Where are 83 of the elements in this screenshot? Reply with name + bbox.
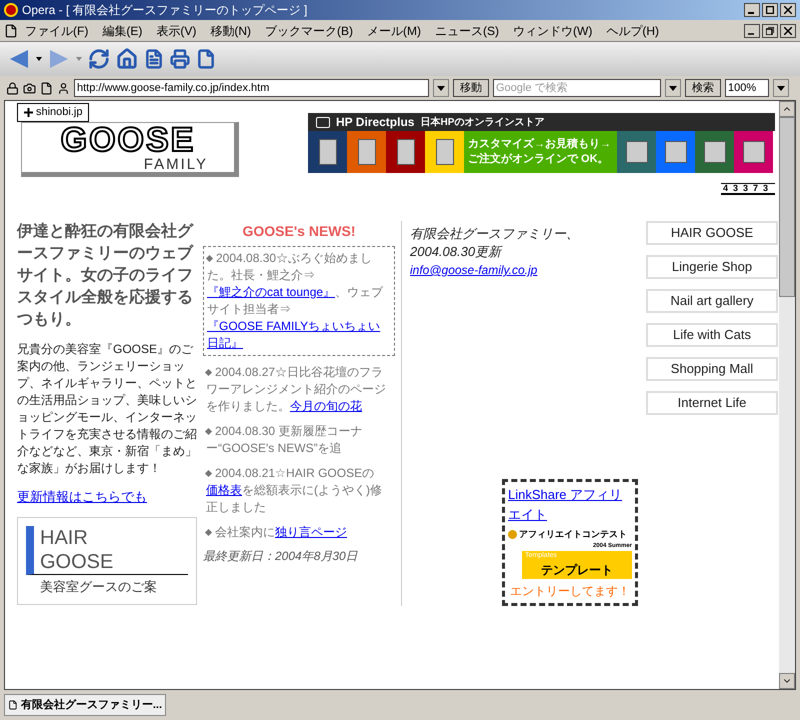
window-title: Opera - [ 有限会社グースファミリーのトップページ ] — [22, 2, 308, 19]
news-title: GOOSE's NEWS! — [241, 222, 356, 241]
nav-button[interactable]: Lingerie Shop — [646, 255, 778, 279]
hair-goose-card[interactable]: HAIR GOOSE 美容室グースのご案 — [17, 516, 197, 605]
menu-item[interactable]: 編集(E) — [95, 22, 150, 40]
banner-tagline: 日本HPのオンラインストア — [420, 116, 544, 130]
page-icon — [8, 699, 18, 711]
card-title: GOOSE — [40, 550, 114, 574]
nav-button[interactable]: HAIR GOOSE — [646, 221, 778, 245]
company-update-text: 有限会社グースファミリー、2004.08.30更新 — [410, 225, 580, 261]
news-item: 2004.08.21☆HAIR GOOSEの 価格表を総額表示に(ようやく)修正しました — [204, 465, 383, 516]
scroll-thumb[interactable] — [779, 117, 795, 297]
page-icon[interactable] — [40, 82, 53, 94]
menu-item[interactable]: ブックマーク(B) — [258, 22, 360, 40]
news-item: 会社案内に独り言ページ — [203, 524, 395, 541]
news-link[interactable]: 『GOOSE FAMILYちょいちょい日記』 — [207, 318, 391, 352]
news-item: 2004.08.27☆日比谷花壇のフラワーアレンジメント紹介のページを作りました。今月の旬の花 — [204, 364, 387, 415]
bullet-icon — [204, 369, 212, 376]
user-icon[interactable] — [57, 82, 70, 94]
menu-item[interactable]: ウィンドウ(W) — [506, 22, 600, 40]
zoom-field[interactable]: 100% — [725, 79, 769, 97]
logo[interactable]: GOOSE FAMILY — [21, 122, 239, 176]
nav-button[interactable]: Internet Life — [646, 391, 778, 415]
nav-button[interactable]: Shopping Mall — [646, 357, 778, 381]
intro-text: 伊達と酔狂の有限会社グースファミリーのウェブサイト。女の子のライフスタイル全般を応援するつもり。 — [17, 222, 195, 330]
print-icon[interactable] — [170, 49, 190, 69]
bullet-icon — [206, 255, 214, 262]
news-link[interactable]: 『鯉之介のcat tounge』 — [207, 284, 336, 301]
reload-icon[interactable] — [88, 48, 110, 70]
caret-icon[interactable] — [36, 57, 42, 61]
minimize-icon[interactable] — [744, 3, 760, 17]
last-updated: 最終更新日：2004年8月30日 — [203, 548, 359, 565]
menu-item[interactable]: メール(M) — [360, 22, 428, 40]
taskbar-tab[interactable]: 有限会社グースファミリー... — [4, 694, 166, 716]
search-field[interactable]: Google で検索 — [493, 79, 661, 97]
home-icon[interactable] — [116, 48, 138, 70]
bullet-icon — [204, 428, 212, 436]
news-link[interactable]: 独り言ページ — [275, 524, 347, 541]
maximize-icon[interactable] — [762, 3, 778, 17]
close-icon[interactable] — [780, 24, 796, 38]
news-item: 2004.08.30☆ぶろぐ始めました。社長・鯉之介⇒ 『鯉之介のcat tounge』、ウェブサイト担当者⇒ 『GOOSE FAMILYちょいちょい日記』 — [203, 246, 395, 356]
bullet-icon — [204, 470, 212, 478]
app-logo-icon — [4, 3, 18, 17]
document-icon — [4, 24, 18, 38]
menu-item[interactable]: ファイル(F) — [18, 22, 96, 40]
restore-icon[interactable] — [762, 24, 778, 38]
scrollbar[interactable] — [779, 101, 795, 689]
menu-item[interactable]: ヘルプ(H) — [599, 22, 666, 40]
scroll-up-icon[interactable] — [779, 101, 795, 117]
email-link[interactable]: info@goose-family.co.jp — [410, 261, 640, 279]
nav-button[interactable]: Life with Cats — [646, 323, 778, 347]
banner-text: ご注文がオンラインで OK。 — [468, 152, 610, 167]
camera-icon[interactable] — [23, 82, 36, 94]
bullet-icon — [204, 529, 212, 536]
menu-item[interactable]: 表示(V) — [149, 22, 204, 40]
news-link[interactable]: 今月の旬の花 — [290, 398, 362, 415]
site-tag[interactable]: shinobi.jp — [17, 103, 90, 122]
menu-item[interactable]: ニュース(S) — [428, 22, 506, 40]
pages-icon[interactable] — [144, 49, 164, 69]
news-link[interactable]: 価格表 — [206, 482, 242, 499]
visitor-counter: 43373 — [720, 183, 775, 195]
address-field[interactable]: http://www.goose-family.co.jp/index.htm — [74, 79, 429, 97]
search-button[interactable]: 検索 — [685, 79, 721, 97]
card-text: 美容室グースのご案 — [39, 578, 158, 596]
nav-button[interactable]: Nail art gallery — [646, 289, 778, 313]
minimize-icon[interactable] — [744, 24, 760, 38]
affiliate-link[interactable]: LinkShare アフィリエイト — [508, 485, 632, 525]
security-icon[interactable] — [6, 82, 19, 94]
entry-text: エントリーしてます！ — [509, 583, 631, 600]
news-item: 2004.08.30 更新履歴コーナー“GOOSE's NEWS”を追 — [204, 423, 364, 457]
contest-title: アフィリエイトコンテスト — [519, 528, 627, 541]
ad-banner[interactable]: HP Directplus 日本HPのオンラインストア カスタマイズ→お見積もり→ ご注文がオンラインで OK。 — [308, 113, 775, 173]
menu-item[interactable]: 移動(N) — [203, 22, 258, 40]
go-button[interactable]: 移動 — [453, 79, 489, 97]
banner-brand: HP Directplus — [336, 114, 414, 131]
updates-link[interactable]: 更新情報はこちらでも — [17, 487, 197, 506]
close-icon[interactable] — [780, 3, 796, 17]
banner-text: カスタマイズ→お見積もり→ — [468, 137, 612, 152]
card-title: HAIR — [40, 526, 89, 550]
contest-label: テンプレート — [540, 562, 614, 579]
scroll-down-icon[interactable] — [779, 673, 795, 689]
description-text: 兄貴分の美容室『GOOSE』のご案内の他、ランジェリーショップ、ネイルギャラリー、ペットとの生活用品ショップ、美味しいショッピングモール、インターネットライフを充実させる情報のご紹介などなど、東京・新宿「まめ」な家族」がお届けします！ — [17, 341, 197, 477]
back-icon[interactable] — [8, 48, 30, 70]
